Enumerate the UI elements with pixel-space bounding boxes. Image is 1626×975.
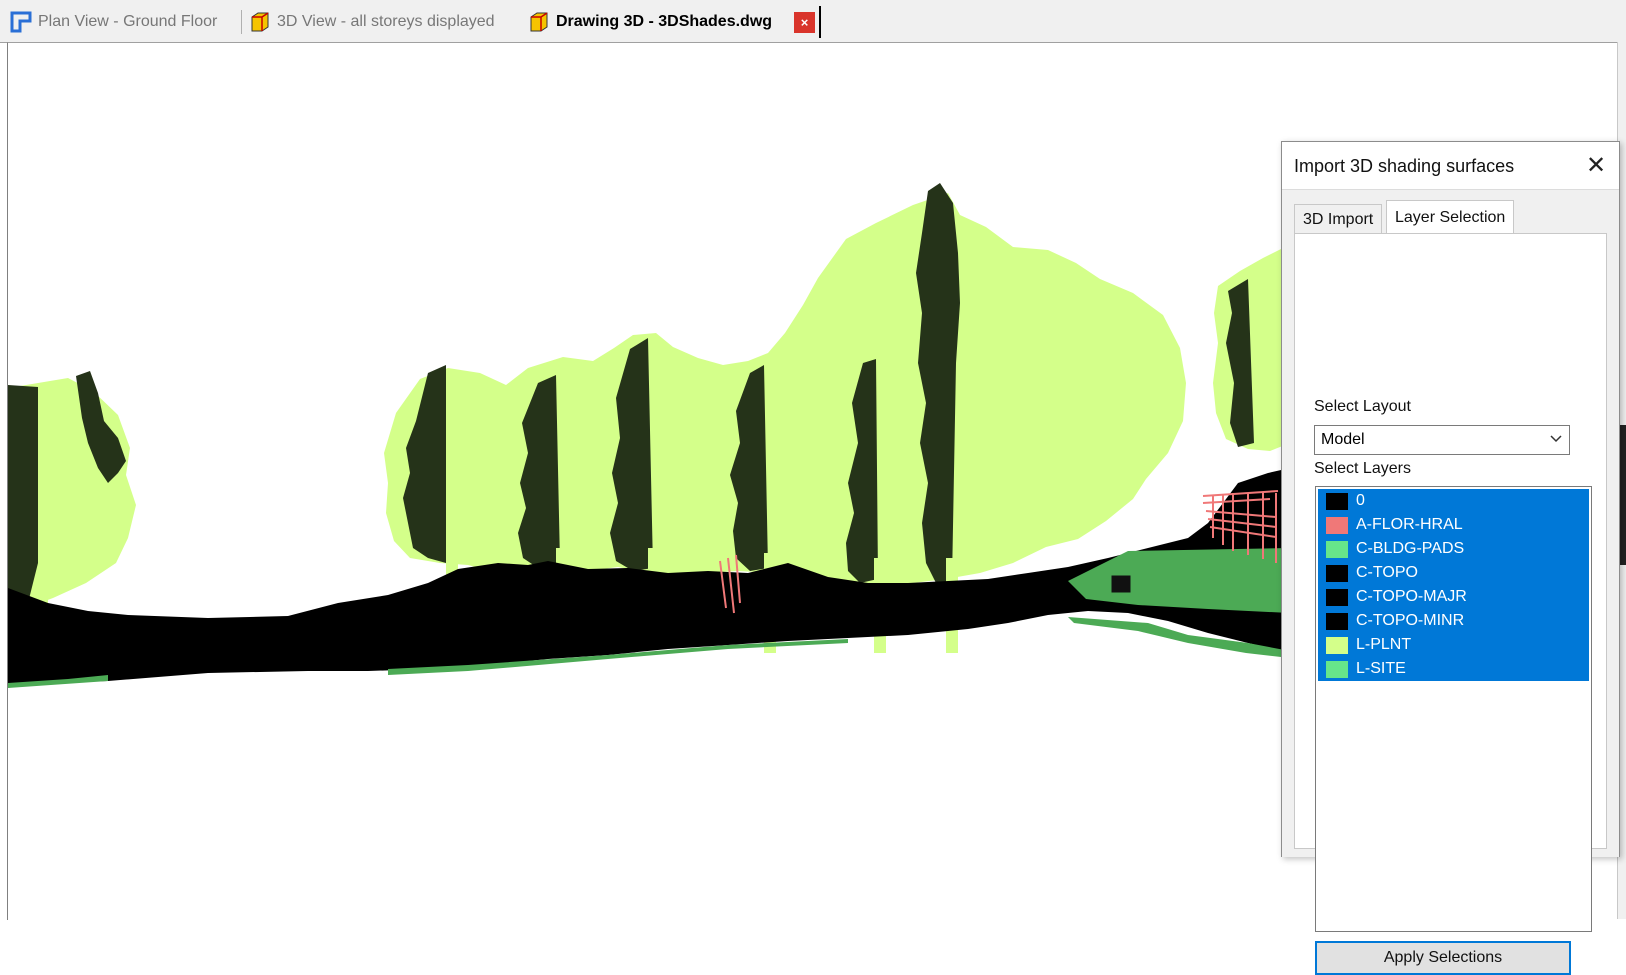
layer-name: 0 <box>1356 492 1365 509</box>
layer-color-swatch <box>1326 564 1348 582</box>
layer-color-swatch <box>1326 588 1348 606</box>
tab-separator <box>241 10 242 34</box>
layer-name: L-PLNT <box>1356 636 1412 653</box>
layer-name: C-BLDG-PADS <box>1356 540 1465 557</box>
layer-name: A-FLOR-HRAL <box>1356 516 1463 533</box>
layer-color-swatch <box>1326 516 1348 534</box>
layer-item-l-site[interactable]: L-SITE <box>1318 657 1589 681</box>
layer-item-c-bldg-pads[interactable]: C-BLDG-PADS <box>1318 537 1589 561</box>
site-block <box>1110 574 1132 594</box>
select-layout-label: Select Layout <box>1314 398 1411 415</box>
dialog-title: Import 3D shading surfaces <box>1294 156 1515 176</box>
layer-item-l-plnt[interactable]: L-PLNT <box>1318 633 1589 657</box>
chevron-down-icon <box>1549 431 1563 448</box>
layer-name: C-TOPO-MAJR <box>1356 588 1467 605</box>
layer-color-swatch <box>1326 492 1348 510</box>
import-3d-shading-dialog: Import 3D shading surfaces ✕ 3D Import L… <box>1281 141 1620 975</box>
layer-name: C-TOPO <box>1356 564 1418 581</box>
layer-name: L-SITE <box>1356 660 1406 677</box>
plan-view-icon <box>10 11 32 33</box>
tab-layer-selection[interactable]: Layer Selection <box>1386 200 1515 234</box>
tab-end-divider <box>819 6 821 38</box>
layer-item-0[interactable]: 0 <box>1318 489 1589 513</box>
tab-3d-import[interactable]: 3D Import <box>1294 204 1383 234</box>
drawing-3d-icon <box>530 12 548 32</box>
layers-listbox[interactable]: 0 A-FLOR-HRAL C-BLDG-PADS C-TOPO C-TOPO-… <box>1315 486 1592 932</box>
close-tab-icon[interactable]: × <box>794 12 815 33</box>
layer-item-a-flor-hral[interactable]: A-FLOR-HRAL <box>1318 513 1589 537</box>
tab-label: Drawing 3D - 3DShades.dwg <box>556 13 773 30</box>
tab-3d-view[interactable]: 3D View - all storeys displayed <box>249 8 495 36</box>
close-icon[interactable]: ✕ <box>1582 152 1610 180</box>
tab-plan-view[interactable]: Plan View - Ground Floor <box>10 8 217 36</box>
layout-dropdown[interactable]: Model <box>1314 425 1570 455</box>
tab-drawing-3d[interactable]: Drawing 3D - 3DShades.dwg <box>528 8 772 36</box>
select-layers-label: Select Layers <box>1314 460 1411 477</box>
layer-color-swatch <box>1326 636 1348 654</box>
layer-color-swatch <box>1326 612 1348 630</box>
apply-selections-button[interactable]: Apply Selections <box>1315 941 1571 975</box>
tab-label: 3D View - all storeys displayed <box>277 13 495 30</box>
document-tab-bar: Plan View - Ground Floor 3D View - all s… <box>0 0 1626 43</box>
layout-value: Model <box>1321 431 1365 448</box>
3d-view-icon <box>251 12 269 32</box>
layer-item-c-topo[interactable]: C-TOPO <box>1318 561 1589 585</box>
layer-name: C-TOPO-MINR <box>1356 612 1465 629</box>
layer-item-c-topo-minr[interactable]: C-TOPO-MINR <box>1318 609 1589 633</box>
layer-color-swatch <box>1326 540 1348 558</box>
tab-label: Plan View - Ground Floor <box>38 13 218 30</box>
layer-item-c-topo-majr[interactable]: C-TOPO-MAJR <box>1318 585 1589 609</box>
layer-color-swatch <box>1326 660 1348 678</box>
